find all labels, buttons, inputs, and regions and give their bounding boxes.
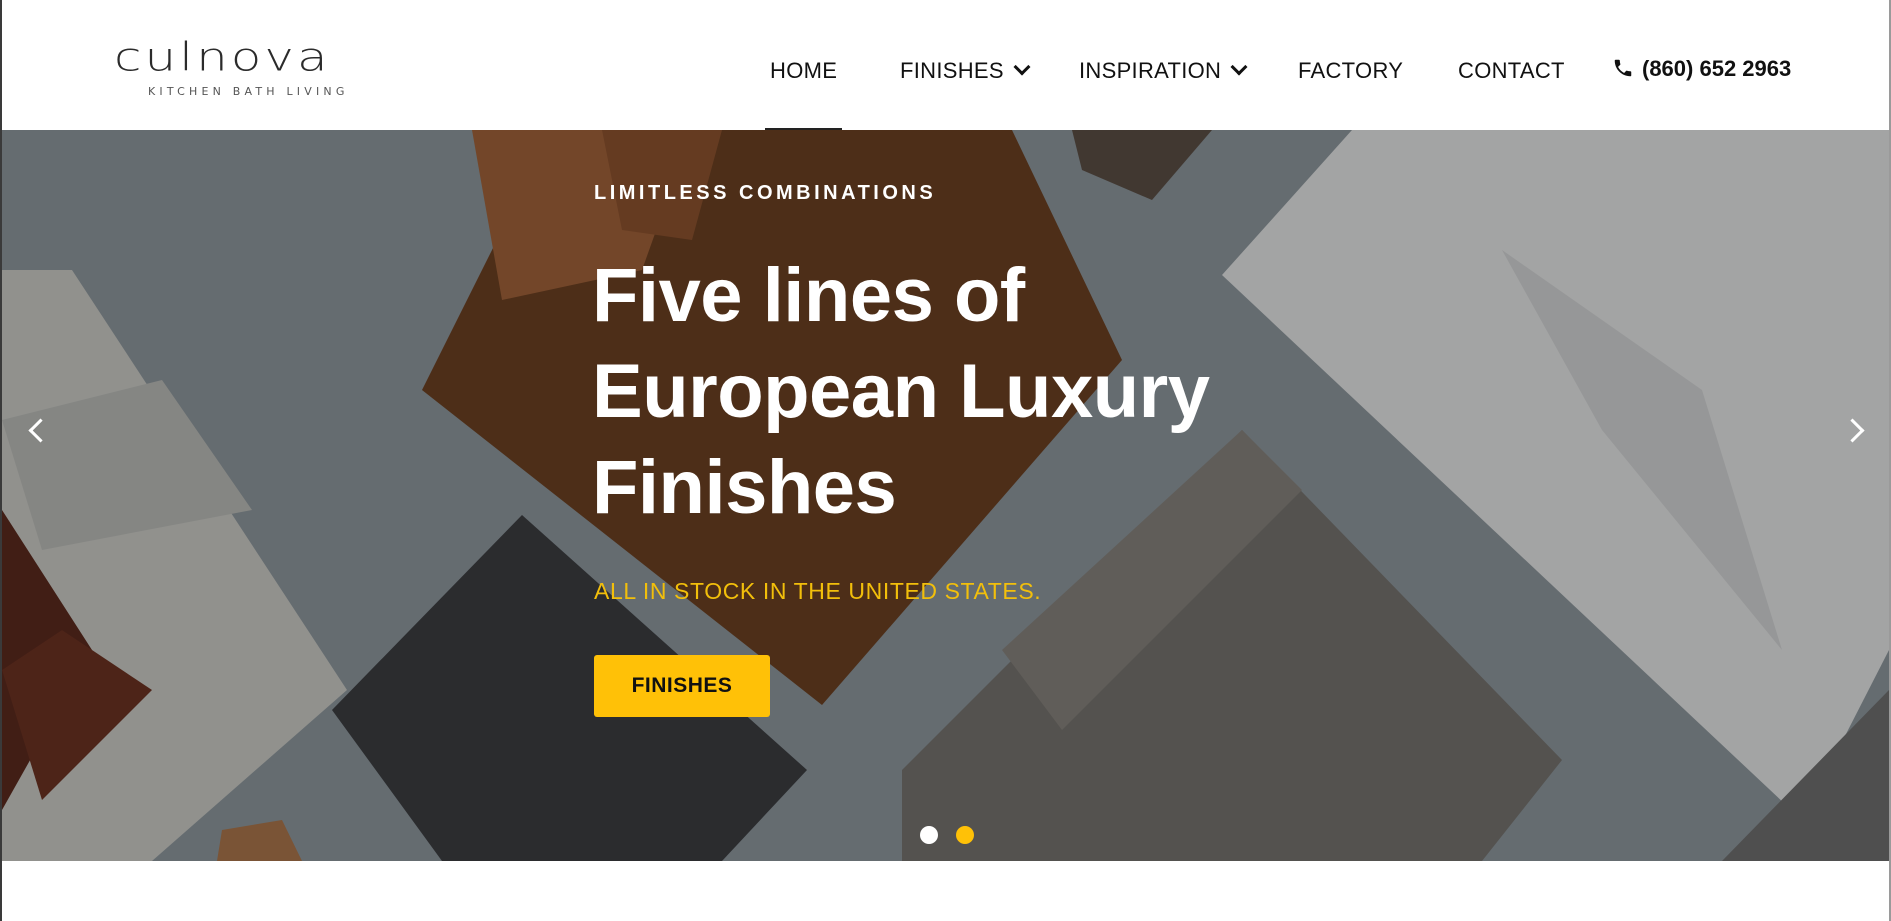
logo-wordmark: culnova <box>114 34 331 81</box>
slide-dot-1[interactable] <box>920 826 938 844</box>
nav-item-factory[interactable]: FACTORY <box>1298 58 1403 84</box>
chevron-down-icon <box>1230 58 1248 76</box>
nav-item-label: CONTACT <box>1458 58 1565 83</box>
chevron-left-icon <box>28 418 53 443</box>
headline-line-2: European Luxury <box>592 349 1210 434</box>
nav-item-label: HOME <box>770 58 838 83</box>
slider-prev-button[interactable] <box>20 410 53 450</box>
nav-item-label: FINISHES <box>900 58 1004 83</box>
nav-item-contact[interactable]: CONTACT <box>1458 58 1565 84</box>
finishes-cta-button[interactable]: FINISHES <box>594 655 770 717</box>
hero-headline: Five lines of European Luxury Finishes <box>592 248 1352 536</box>
nav-item-inspiration[interactable]: INSPIRATION <box>1079 58 1248 84</box>
phone-number: (860) 652 2963 <box>1642 56 1792 81</box>
nav-item-finishes[interactable]: FINISHES <box>900 58 1031 84</box>
slide-dot-2-active[interactable] <box>956 826 974 844</box>
nav-item-label: FACTORY <box>1298 58 1404 83</box>
hero-subheading: ALL IN STOCK IN THE UNITED STATES. <box>594 578 1042 604</box>
phone-icon <box>1614 59 1632 77</box>
phone-link[interactable]: (860) 652 2963 <box>1612 56 1791 82</box>
chevron-down-icon <box>1013 58 1031 76</box>
nav-item-home[interactable]: HOME <box>770 58 837 84</box>
nav-item-label: INSPIRATION <box>1079 58 1222 83</box>
slider-next-button[interactable] <box>1840 410 1870 450</box>
logo-tagline: KITCHEN BATH LIVING <box>148 85 349 98</box>
culnova-logo[interactable]: culnova KITCHEN BATH LIVING <box>114 35 384 100</box>
headline-line-3: Finishes <box>592 445 897 530</box>
hero-slider: LIMITLESS COMBINATIONS Five lines of Eur… <box>2 130 1889 861</box>
site-header: culnova KITCHEN BATH LIVING HOME FINISHE… <box>2 0 1889 130</box>
chevron-right-icon <box>1840 418 1865 443</box>
hero-eyebrow: LIMITLESS COMBINATIONS <box>594 182 937 204</box>
headline-line-1: Five lines of <box>592 253 1025 338</box>
